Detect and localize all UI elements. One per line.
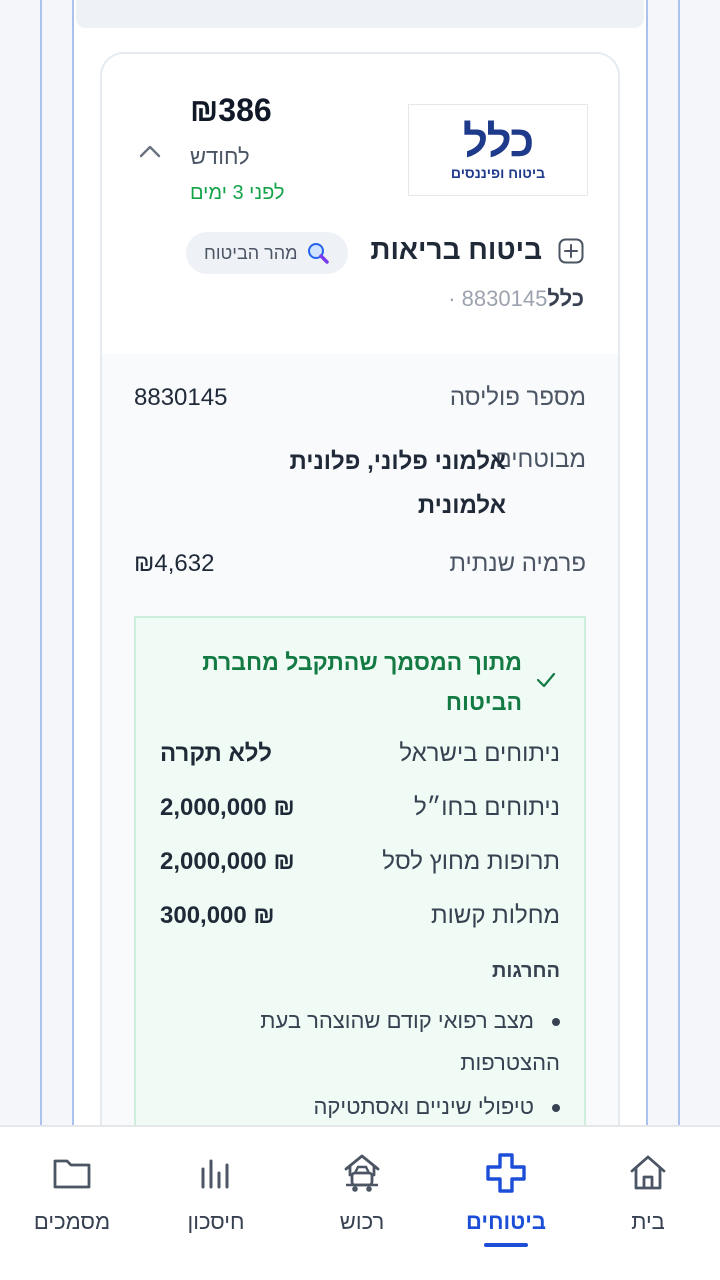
property-icon (344, 1154, 380, 1192)
detail-row-policy-number: מספר פוליסה 8830145 (134, 384, 586, 412)
detail-value: ₪4,632 (134, 550, 215, 577)
nav-item-property[interactable]: רכוש (292, 1151, 432, 1261)
detail-row-annual-premium: פרמיה שנתית ₪4,632 (134, 550, 586, 578)
exclusion-item: טיפולי שיניים ואסתטיקה (200, 1086, 560, 1128)
nav-item-documents[interactable]: מסמכים (2, 1151, 142, 1261)
exclusion-item: מצב רפואי קודם שהוצהר בעת ההצטרפות (200, 1000, 560, 1084)
health-cross-icon (486, 1153, 526, 1193)
company-logo: כלל ביטוח ופיננסים (408, 104, 588, 196)
coverage-value: ₪ 2,000,000 (160, 848, 295, 875)
company-logo-sub: ביטוח ופיננסים (450, 165, 546, 181)
document-extract-box: מתוך המסמך שהתקבל מחברת הביטוח ניתוחים ב… (134, 616, 586, 1170)
subline-separator: · (448, 286, 456, 311)
coverage-label: מחלות קשות (431, 902, 560, 929)
coverage-label: תרופות מחוץ לסל (382, 848, 560, 875)
magnifier-icon (307, 243, 329, 264)
nav-label: מסמכים (33, 1209, 111, 1234)
nav-label: חיסכון (187, 1209, 245, 1234)
nav-label: ביטוחים (466, 1209, 546, 1234)
detail-label: פרמיה שנתית (449, 550, 586, 577)
document-extract-title: מתוך המסמך שהתקבל מחברת הביטוח (202, 649, 522, 715)
folder-icon (53, 1159, 91, 1189)
insured-names: אלמוני פלוני, פלונית אלמונית (289, 448, 506, 519)
savings-chart-icon (201, 1159, 229, 1189)
company-logo-main: כלל (462, 117, 534, 166)
nav-label: בית (631, 1209, 665, 1234)
exclusions-title: החרגות (491, 960, 560, 982)
nav-item-home[interactable]: בית (578, 1151, 718, 1261)
coverage-value: ללא תקרה (160, 740, 273, 767)
chevron-up-icon[interactable] (136, 138, 164, 166)
coverage-label: ניתוחים בחו״ל (414, 794, 560, 821)
updated-ago: לפני 3 ימים (190, 182, 285, 204)
home-icon (630, 1155, 666, 1190)
coverage-value: ₪ 300,000 (160, 902, 275, 929)
nav-item-insurance[interactable]: ביטוחים (436, 1151, 576, 1261)
source-pill[interactable]: מהר הביטוח (186, 232, 348, 274)
coverage-row: ניתוחים בישראל ללא תקרה (160, 740, 560, 768)
policy-card: כלל ביטוח ופיננסים ₪386 לחודש לפני 3 ימי… (100, 52, 620, 1172)
amount-period: לחודש (190, 144, 250, 169)
previous-card-edge (76, 0, 644, 28)
source-pill-label: מהר הביטוח (204, 242, 298, 263)
check-icon (536, 672, 556, 688)
policy-subline: כלל8830145 · (448, 286, 584, 312)
active-indicator (484, 1243, 528, 1247)
detail-value: 8830145 (134, 384, 228, 411)
coverage-row: תרופות מחוץ לסל ₪ 2,000,000 (160, 848, 560, 876)
exclusion-text: טיפולי שיניים ואסתטיקה (313, 1094, 534, 1119)
bullet (552, 1018, 560, 1027)
policy-title: ביטוח בריאות (370, 234, 542, 265)
coverage-row: ניתוחים בחו״ל ₪ 2,000,000 (160, 794, 560, 822)
company-name: כלל (547, 286, 584, 311)
plus-square-icon[interactable] (558, 238, 584, 264)
nav-item-savings[interactable]: חיסכון (146, 1151, 286, 1261)
policy-number-short: 8830145 (461, 286, 548, 311)
detail-label: מספר פוליסה (449, 384, 586, 411)
monthly-amount: ₪386 (190, 92, 272, 128)
coverage-row: מחלות קשות ₪ 300,000 (160, 902, 560, 930)
coverage-value: ₪ 2,000,000 (160, 794, 295, 821)
policy-card-header[interactable]: כלל ביטוח ופיננסים ₪386 לחודש לפני 3 ימי… (102, 54, 618, 355)
bullet (552, 1104, 560, 1113)
bottom-nav: בית ביטוחים רכוש חיסכון מסמכים (0, 1125, 720, 1280)
nav-label: רכוש (339, 1209, 385, 1234)
coverage-label: ניתוחים בישראל (399, 740, 560, 767)
policy-details: מספר פוליסה 8830145 מבוטחים אלמוני פלוני… (102, 354, 618, 1170)
detail-label: מבוטחים (495, 446, 586, 473)
exclusion-text: מצב רפואי קודם שהוצהר בעת ההצטרפות (260, 1008, 560, 1075)
